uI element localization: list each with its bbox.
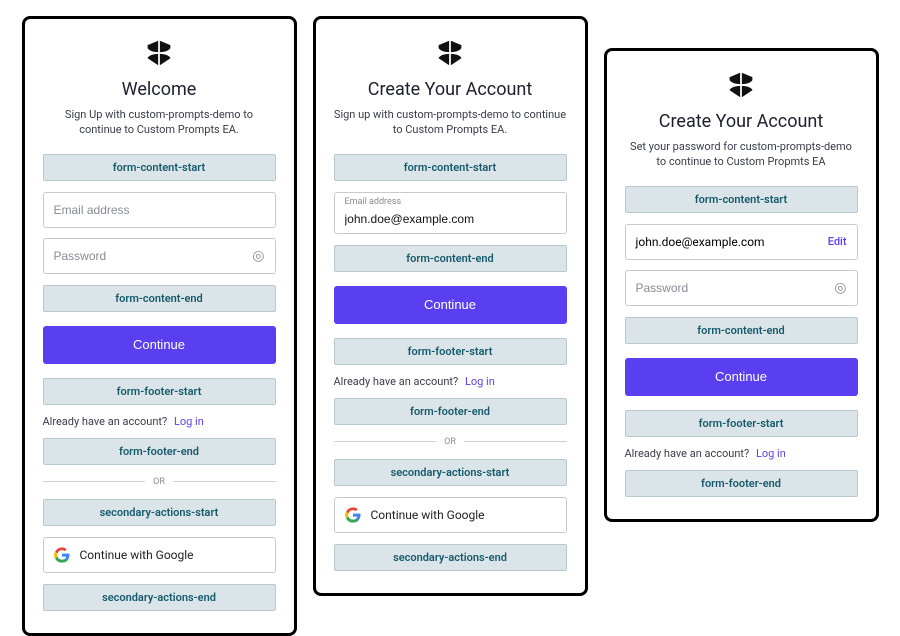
- brand-shield-icon: [145, 39, 173, 67]
- email-field-wrapper: [43, 192, 276, 228]
- slot-secondary-actions-start: secondary-actions-start: [334, 459, 567, 486]
- screen-welcome: Welcome Sign Up with custom-prompts-demo…: [22, 16, 297, 636]
- slot-secondary-actions-end: secondary-actions-end: [334, 544, 567, 571]
- email-field[interactable]: [345, 212, 556, 226]
- continue-button[interactable]: Continue: [334, 286, 567, 324]
- email-readonly-row: john.doe@example.com Edit: [625, 224, 858, 260]
- email-field-wrapper: Email address: [334, 192, 567, 234]
- slot-form-footer-start: form-footer-start: [334, 338, 567, 365]
- slot-form-footer-end: form-footer-end: [43, 438, 276, 465]
- page-title: Welcome: [43, 79, 276, 100]
- alt-auth-line: Already have an account? Log in: [334, 375, 567, 388]
- divider-label: OR: [153, 477, 165, 487]
- email-readonly-value: john.doe@example.com: [636, 235, 765, 249]
- slot-form-content-end: form-content-end: [625, 317, 858, 344]
- slot-form-content-start: form-content-start: [43, 154, 276, 181]
- continue-button[interactable]: Continue: [625, 358, 858, 396]
- login-link[interactable]: Log in: [756, 447, 786, 460]
- slot-form-content-end: form-content-end: [43, 285, 276, 312]
- slot-form-content-start: form-content-start: [625, 186, 858, 213]
- login-link[interactable]: Log in: [174, 415, 204, 428]
- slot-form-footer-start: form-footer-start: [43, 378, 276, 405]
- divider: OR: [43, 477, 276, 487]
- eye-icon[interactable]: ◎: [834, 280, 846, 296]
- email-label: Email address: [345, 197, 556, 207]
- password-field-wrapper: ◎: [43, 238, 276, 274]
- slot-form-content-start: form-content-start: [334, 154, 567, 181]
- edit-email-link[interactable]: Edit: [828, 235, 847, 248]
- divider-label: OR: [444, 437, 456, 447]
- slot-form-footer-start: form-footer-start: [625, 410, 858, 437]
- page-subtitle: Sign up with custom-prompts-demo to cont…: [334, 108, 567, 138]
- google-icon: [54, 547, 70, 563]
- password-field[interactable]: [636, 281, 835, 295]
- brand-shield-icon: [727, 71, 755, 99]
- continue-with-google-button[interactable]: Continue with Google: [334, 497, 567, 533]
- alt-auth-prompt: Already have an account?: [43, 415, 168, 428]
- page-title: Create Your Account: [625, 111, 858, 132]
- alt-auth-line: Already have an account? Log in: [43, 415, 276, 428]
- screen-create-email: Create Your Account Sign up with custom-…: [313, 16, 588, 596]
- slot-form-footer-end: form-footer-end: [334, 398, 567, 425]
- google-button-label: Continue with Google: [80, 548, 194, 562]
- login-link[interactable]: Log in: [465, 375, 495, 388]
- page-subtitle: Sign Up with custom-prompts-demo to cont…: [43, 108, 276, 138]
- page-title: Create Your Account: [334, 79, 567, 100]
- eye-icon[interactable]: ◎: [252, 248, 264, 264]
- alt-auth-prompt: Already have an account?: [625, 447, 750, 460]
- alt-auth-line: Already have an account? Log in: [625, 447, 858, 460]
- divider: OR: [334, 437, 567, 447]
- google-icon: [345, 507, 361, 523]
- alt-auth-prompt: Already have an account?: [334, 375, 459, 388]
- password-field-wrapper: ◎: [625, 270, 858, 306]
- page-subtitle: Set your password for custom-prompts-dem…: [625, 140, 858, 170]
- slot-form-footer-end: form-footer-end: [625, 470, 858, 497]
- continue-button[interactable]: Continue: [43, 326, 276, 364]
- slot-secondary-actions-start: secondary-actions-start: [43, 499, 276, 526]
- slot-form-content-end: form-content-end: [334, 245, 567, 272]
- brand-shield-icon: [436, 39, 464, 67]
- screen-create-password: Create Your Account Set your password fo…: [604, 48, 879, 522]
- email-field[interactable]: [54, 203, 265, 217]
- google-button-label: Continue with Google: [371, 508, 485, 522]
- continue-with-google-button[interactable]: Continue with Google: [43, 537, 276, 573]
- slot-secondary-actions-end: secondary-actions-end: [43, 584, 276, 611]
- password-field[interactable]: [54, 249, 253, 263]
